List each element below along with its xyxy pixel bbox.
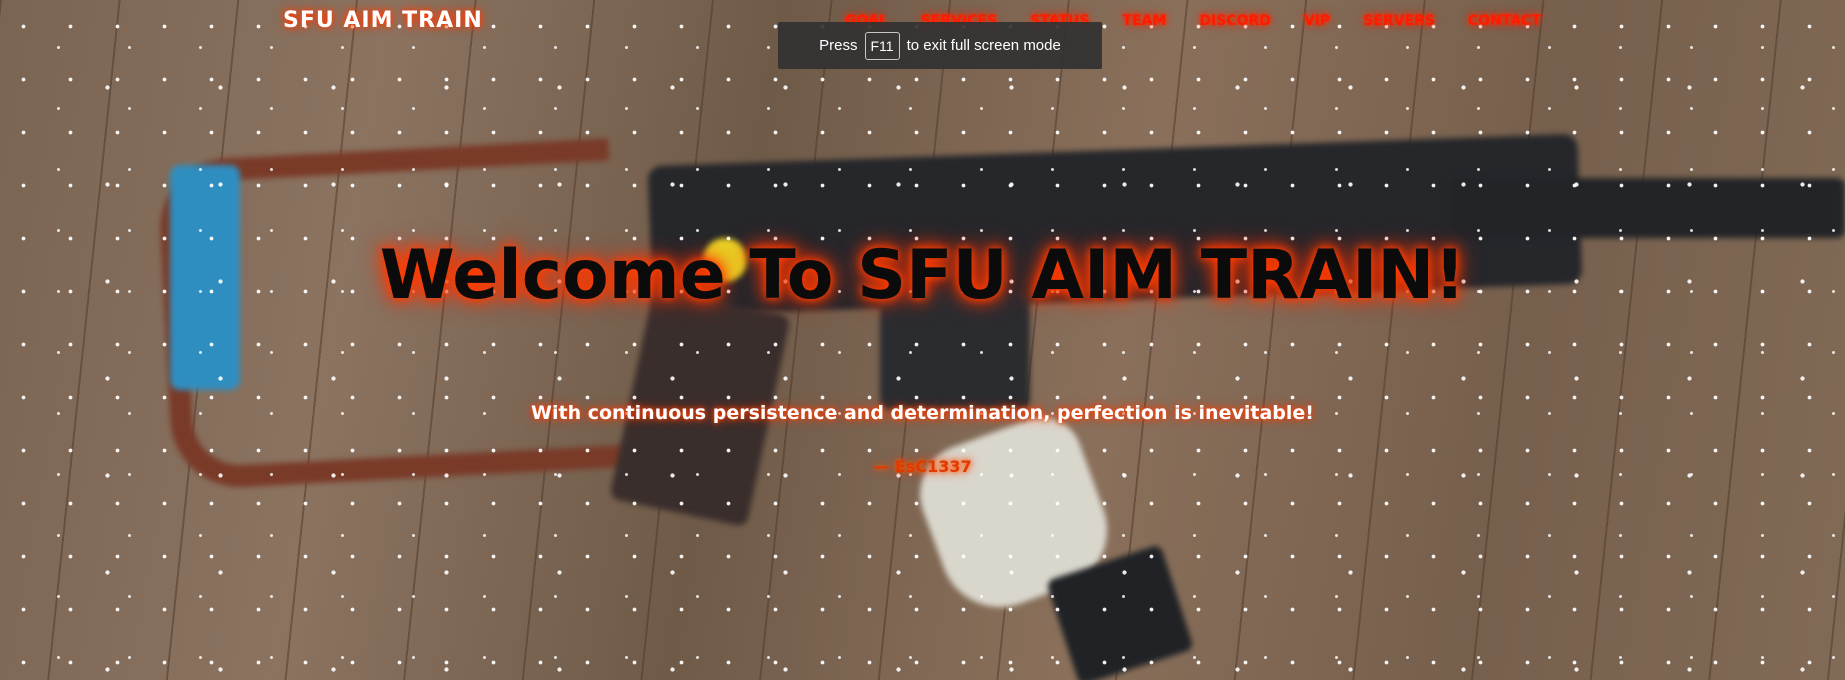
fullscreen-notice-suffix: to exit full screen mode [906,37,1061,54]
page: SFU AIM TRAIN GOAL SERVICES STATUS TEAM … [0,0,1845,680]
hero-author: — EsC1337 [873,457,972,476]
nav-link-team[interactable]: TEAM [1122,13,1166,29]
hero-subtitle: With continuous persistence and determin… [531,402,1314,424]
fullscreen-notice-key: F11 [864,31,900,60]
brand-logo[interactable]: SFU AIM TRAIN [283,8,483,33]
hero-title: Welcome To SFU AIM TRAIN! [379,236,1466,315]
nav-link-servers[interactable]: SERVERS [1363,13,1435,29]
nav-link-vip[interactable]: VIP [1304,13,1330,29]
fullscreen-notice-prefix: Press [819,37,858,54]
background-rifle-barrel [1450,178,1845,238]
nav-link-contact[interactable]: CONTACT [1468,13,1541,29]
fullscreen-notice: Press F11 to exit full screen mode [778,22,1102,69]
nav-link-discord[interactable]: DISCORD [1199,13,1271,29]
